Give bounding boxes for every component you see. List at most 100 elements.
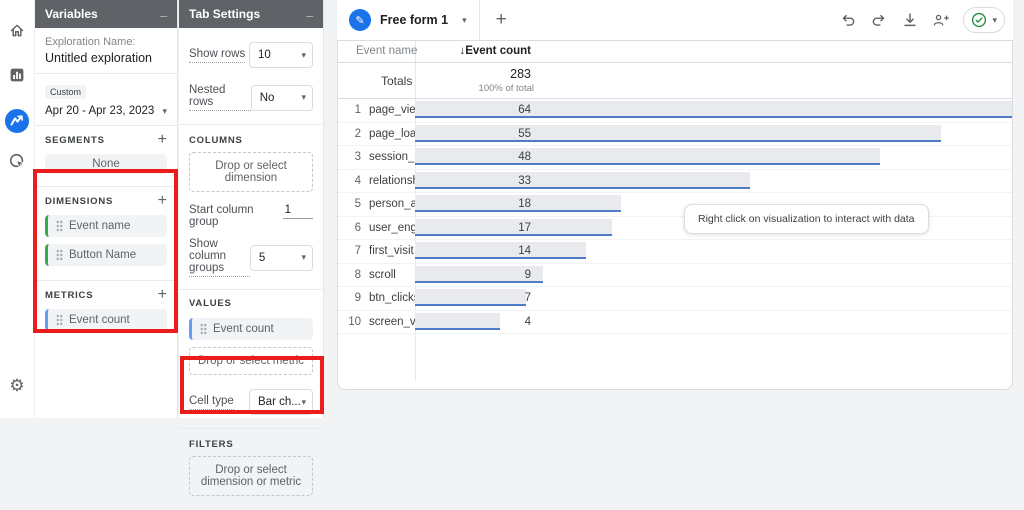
divider <box>35 186 177 187</box>
start-column-group-label: Start column group <box>189 204 254 228</box>
totals-label: Totals <box>381 74 413 88</box>
filters-drop-target[interactable]: Drop or select dimension or metric <box>189 456 313 496</box>
table-row[interactable]: 2 page_load_time 55 <box>338 123 1012 146</box>
add-tab-button[interactable]: + <box>496 9 507 31</box>
row-value: 14 <box>518 245 531 257</box>
home-icon[interactable] <box>9 22 26 39</box>
toolbar: ▾ <box>839 7 1013 33</box>
drag-handle-icon[interactable] <box>56 249 63 261</box>
tab-settings-panel: Tab Settings _ Show rows 10 ▾ Nested row… <box>179 0 324 496</box>
filters-label: FILTERS <box>189 439 234 450</box>
values-drop-target[interactable]: Drop or select metric <box>189 347 313 375</box>
nested-rows-dropdown[interactable]: No ▾ <box>250 84 313 111</box>
dimension-chip-button-name[interactable]: Button Name <box>45 244 167 266</box>
drag-handle-icon[interactable] <box>56 314 63 326</box>
exploration-name-value[interactable]: Untitled exploration <box>45 51 167 65</box>
table-row[interactable]: 9 btn_clicks 7 <box>338 287 1012 311</box>
undo-icon[interactable] <box>839 11 857 29</box>
download-icon[interactable] <box>901 11 919 29</box>
settings-gear-icon[interactable]: ⚙ <box>9 376 24 396</box>
divider <box>35 125 177 126</box>
row-value: 18 <box>518 198 531 210</box>
reports-icon[interactable] <box>9 67 25 83</box>
show-column-groups-label: Show column groups <box>189 238 250 277</box>
divider <box>179 289 323 290</box>
ga4-explorations-page: ⚙ Variables _ Exploration Name: Untitled… <box>0 0 1024 496</box>
values-chip-event-count[interactable]: Event count <box>189 318 313 340</box>
metrics-label: METRICS <box>45 289 94 301</box>
table-row[interactable]: 4relationship_added33 <box>338 170 1012 193</box>
table-row[interactable]: 3 session_start 48 <box>338 146 1012 170</box>
row-index: 5 <box>354 198 361 210</box>
dimension-chip-event-name[interactable]: Event name <box>45 215 167 237</box>
advertising-icon[interactable] <box>8 152 26 170</box>
columns-label: COLUMNS <box>189 135 243 146</box>
row-index: 1 <box>354 104 361 116</box>
table-row[interactable]: 8 scroll 9 <box>338 264 1012 287</box>
dimension-chip-label: Event name <box>69 220 131 232</box>
date-range-selector[interactable]: Apr 20 - Apr 23, 2023 ▾ <box>45 105 167 117</box>
row-value: 33 <box>518 174 531 187</box>
add-dimension-button[interactable]: + <box>158 193 167 209</box>
table-row[interactable]: 7 first_visit 14 <box>338 240 1012 264</box>
share-users-icon[interactable] <box>932 11 950 29</box>
segments-label: SEGMENTS <box>45 134 105 146</box>
tab-settings-panel-title: Tab Settings <box>189 7 261 21</box>
date-range-badge: Custom <box>45 85 87 99</box>
dimension-chip-label: Button Name <box>69 249 137 261</box>
tab-strip: ✎ Free form 1 ▾ + ▾ <box>337 0 1013 41</box>
metric-chip-event-count[interactable]: Event count <box>45 309 167 331</box>
row-index: 9 <box>354 292 361 304</box>
variables-panel-header: Variables _ <box>35 0 177 28</box>
totals-value: 283 <box>510 67 531 81</box>
explore-icon[interactable] <box>4 108 30 134</box>
divider <box>35 280 177 281</box>
chevron-down-icon: ▾ <box>301 92 306 102</box>
show-column-groups-dropdown[interactable]: 5 ▾ <box>249 244 313 271</box>
start-column-group-input[interactable]: 1 <box>282 204 313 219</box>
chevron-down-icon: ▾ <box>992 14 997 25</box>
show-rows-dropdown[interactable]: 10 ▾ <box>249 42 313 68</box>
left-nav-rail: ⚙ <box>0 0 35 418</box>
cell-type-dropdown[interactable]: Bar ch... ▾ <box>249 389 313 415</box>
cell-type-label: Cell type <box>189 395 234 410</box>
row-event-name: scroll <box>369 268 396 281</box>
show-rows-value: 10 <box>258 49 271 61</box>
segments-none-chip[interactable]: None <box>45 154 167 174</box>
table-row[interactable]: 1 page_view 64 <box>338 99 1012 123</box>
table-row[interactable]: 10 screen_view 4 <box>338 311 1012 334</box>
tab-settings-panel-header: Tab Settings _ <box>179 0 323 28</box>
row-index: 7 <box>354 245 361 257</box>
row-event-name: btn_clicks <box>369 292 420 304</box>
totals-share: 100% of total <box>478 83 534 94</box>
redo-icon[interactable] <box>870 11 888 29</box>
row-index: 8 <box>354 268 361 281</box>
exploration-name-label: Exploration Name: <box>45 36 136 48</box>
drag-handle-icon[interactable] <box>56 220 63 232</box>
chevron-down-icon: ▾ <box>162 105 167 116</box>
status-check-icon <box>972 12 987 28</box>
dimensions-label: DIMENSIONS <box>45 195 114 207</box>
columns-drop-target[interactable]: Drop or select dimension <box>189 152 313 192</box>
add-segment-button[interactable]: + <box>158 132 167 148</box>
metric-chip-label: Event count <box>69 314 130 326</box>
add-metric-button[interactable]: + <box>158 287 167 303</box>
chevron-down-icon: ▾ <box>301 49 306 60</box>
minimize-variables-button[interactable]: _ <box>160 5 167 21</box>
nested-rows-value: No <box>259 91 275 104</box>
drag-handle-icon[interactable] <box>200 323 207 335</box>
tab-free-form-1[interactable]: ✎ Free form 1 ▾ <box>337 0 480 40</box>
row-value: 17 <box>518 221 531 234</box>
divider <box>179 124 323 125</box>
column-header-event-name[interactable]: Event name <box>356 45 417 57</box>
row-value: 9 <box>524 268 531 281</box>
row-index: 3 <box>354 151 361 163</box>
column-header-event-count-sorted[interactable]: ↓Event count <box>415 45 531 57</box>
divider <box>179 428 323 429</box>
show-column-groups-value: 5 <box>258 251 266 264</box>
status-button[interactable]: ▾ <box>963 7 1005 33</box>
interaction-tooltip: Right click on visualization to interact… <box>684 204 929 234</box>
chevron-down-icon[interactable]: ▾ <box>462 15 467 26</box>
minimize-tab-settings-button[interactable]: _ <box>306 5 313 21</box>
row-value: 55 <box>518 127 531 140</box>
